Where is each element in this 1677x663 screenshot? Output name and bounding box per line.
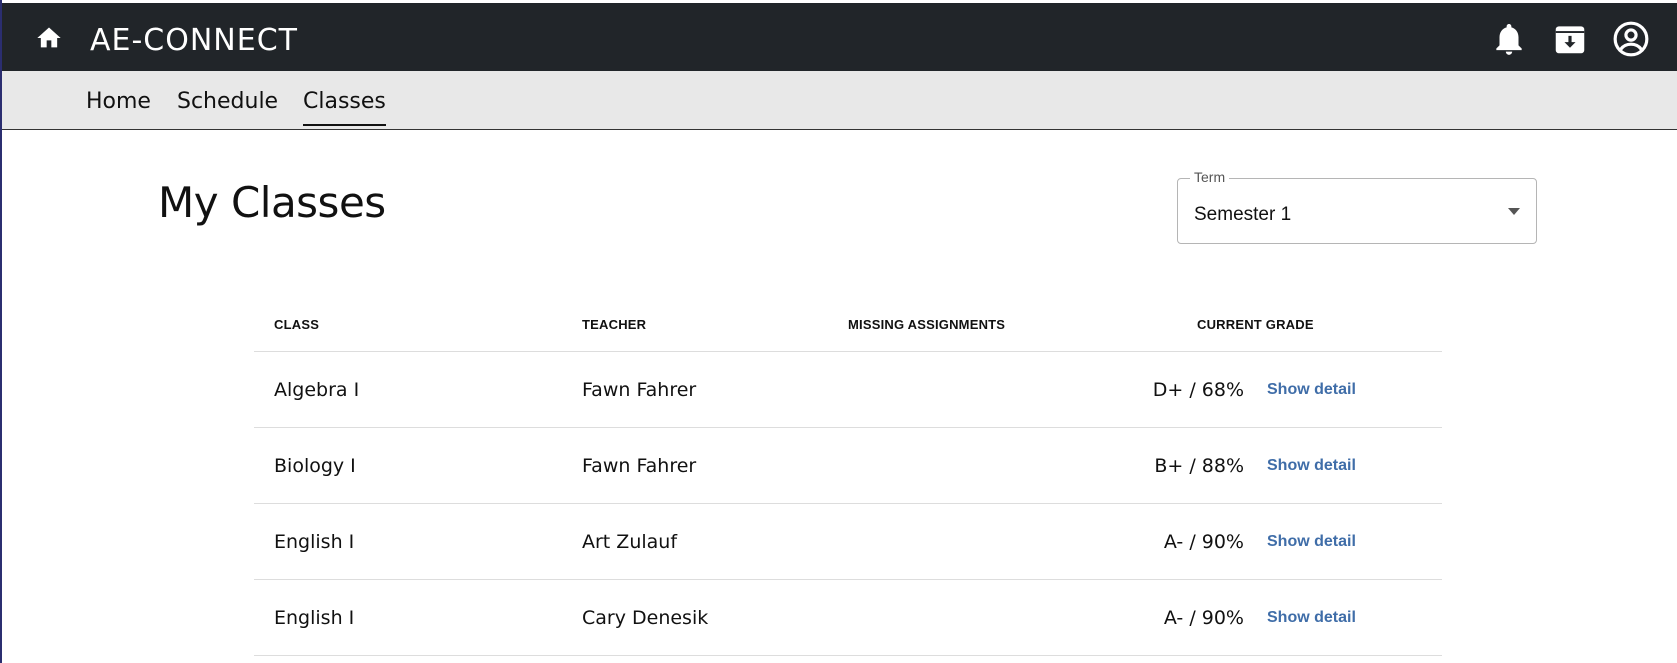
nav-schedule[interactable]: Schedule (177, 89, 278, 124)
nav-home[interactable]: Home (86, 89, 151, 124)
caret-down-icon (1508, 208, 1520, 215)
show-detail-link[interactable]: Show detail (1267, 457, 1356, 475)
class-name: English I (274, 607, 355, 629)
class-name: Algebra I (274, 379, 360, 401)
table-row: Biology I Fawn Fahrer B+ / 88% Show deta… (254, 428, 1442, 504)
table-row: Algebra I Fawn Fahrer D+ / 68% Show deta… (254, 352, 1442, 428)
account-circle-icon[interactable] (1612, 20, 1650, 58)
show-detail-link[interactable]: Show detail (1267, 533, 1356, 551)
app-title: AE-CONNECT (90, 23, 298, 58)
term-select[interactable]: Term Semester 1 (1177, 169, 1537, 244)
teacher-name: Fawn Fahrer (582, 379, 697, 401)
table-row: English I Cary Denesik A- / 90% Show det… (254, 580, 1442, 656)
current-grade: A- / 90% (1163, 531, 1244, 553)
show-detail-link[interactable]: Show detail (1267, 609, 1356, 627)
header-teacher: TEACHER (582, 317, 647, 332)
class-name: Biology I (274, 455, 356, 477)
teacher-name: Art Zulauf (582, 531, 678, 553)
current-grade: A- / 90% (1163, 607, 1244, 629)
bell-icon[interactable] (1490, 20, 1528, 58)
download-box-icon[interactable] (1551, 20, 1589, 58)
current-grade: B+ / 88% (1154, 455, 1244, 477)
page-title: My Classes (158, 178, 386, 227)
classes-table: CLASS TEACHER MISSING ASSIGNMENTS CURREN… (254, 300, 1442, 656)
term-label: Term (1190, 169, 1230, 185)
home-icon[interactable] (35, 24, 63, 52)
header-class: CLASS (274, 317, 320, 332)
class-name: English I (274, 531, 355, 553)
header-missing: MISSING ASSIGNMENTS (848, 317, 1006, 332)
app-header: AE-CONNECT (2, 3, 1677, 71)
main-nav: Home Schedule Classes (2, 71, 1677, 130)
current-grade: D+ / 68% (1152, 379, 1244, 401)
header-grade: CURRENT GRADE (1197, 317, 1314, 332)
table-header: CLASS TEACHER MISSING ASSIGNMENTS CURREN… (254, 300, 1442, 352)
teacher-name: Fawn Fahrer (582, 455, 697, 477)
teacher-name: Cary Denesik (582, 607, 709, 629)
term-value: Semester 1 (1194, 204, 1292, 225)
show-detail-link[interactable]: Show detail (1267, 381, 1356, 399)
table-row: English I Art Zulauf A- / 90% Show detai… (254, 504, 1442, 580)
nav-classes[interactable]: Classes (303, 89, 386, 126)
